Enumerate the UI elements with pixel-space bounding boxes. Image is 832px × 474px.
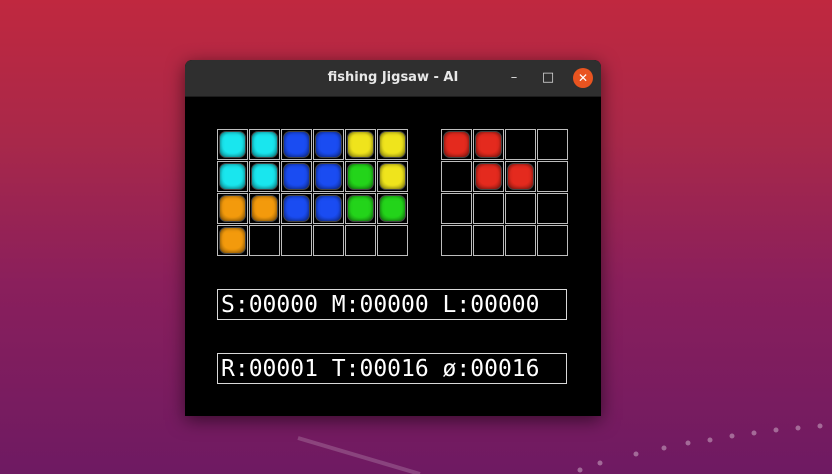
main-board-cell <box>345 225 376 256</box>
blue-block <box>284 164 309 189</box>
main-board-cell <box>345 129 376 160</box>
round-time-counter-line: R:00001 T:00016 ø:00016 <box>217 353 567 384</box>
main-board <box>217 129 410 258</box>
main-board-cell <box>249 225 280 256</box>
next-board-cell <box>473 193 504 224</box>
cyan-block <box>220 132 245 157</box>
next-board-cell <box>473 161 504 192</box>
next-board-cell <box>537 129 568 160</box>
yellow-block <box>380 164 405 189</box>
red-block <box>508 164 533 189</box>
title-bar[interactable]: fishing Jigsaw - AI – □ ✕ <box>185 60 601 97</box>
blue-block <box>316 196 341 221</box>
main-board-cell <box>217 193 248 224</box>
main-board-cell <box>281 193 312 224</box>
next-board-cell <box>441 225 472 256</box>
main-board-cell <box>281 225 312 256</box>
green-block <box>348 164 373 189</box>
main-board-cell <box>313 193 344 224</box>
blue-block <box>284 132 309 157</box>
cyan-block <box>252 132 277 157</box>
main-board-cell <box>217 129 248 160</box>
score-counter-line: S:00000 M:00000 L:00000 <box>217 289 567 320</box>
next-board-cell <box>505 161 536 192</box>
blue-block <box>316 132 341 157</box>
red-block <box>444 132 469 157</box>
next-board-cell <box>537 161 568 192</box>
maximize-button[interactable]: □ <box>538 68 558 88</box>
cyan-block <box>252 164 277 189</box>
main-board-cell <box>377 161 408 192</box>
main-board-cell <box>217 161 248 192</box>
close-button[interactable]: ✕ <box>573 68 593 88</box>
game-window: fishing Jigsaw - AI – □ ✕ S:00000 M:0000… <box>185 60 601 416</box>
next-board-cell <box>505 129 536 160</box>
green-block <box>348 196 373 221</box>
blue-block <box>316 164 341 189</box>
red-block <box>476 164 501 189</box>
next-board-cell <box>537 193 568 224</box>
main-board-cell <box>377 193 408 224</box>
next-board-cell <box>505 193 536 224</box>
blue-block <box>284 196 309 221</box>
main-board-cell <box>345 193 376 224</box>
main-board-cell <box>249 161 280 192</box>
orange-block <box>220 228 245 253</box>
main-board-cell <box>281 161 312 192</box>
next-board-cell <box>505 225 536 256</box>
main-board-cell <box>377 129 408 160</box>
next-board-cell <box>473 225 504 256</box>
main-board-cell <box>313 129 344 160</box>
green-block <box>380 196 405 221</box>
main-board-cell <box>377 225 408 256</box>
red-block <box>476 132 501 157</box>
orange-block <box>220 196 245 221</box>
yellow-block <box>380 132 405 157</box>
next-board-cell <box>441 161 472 192</box>
next-board-cell <box>537 225 568 256</box>
yellow-block <box>348 132 373 157</box>
next-piece-board <box>441 129 570 258</box>
main-board-cell <box>313 161 344 192</box>
main-board-cell <box>313 225 344 256</box>
cyan-block <box>220 164 245 189</box>
main-board-cell <box>281 129 312 160</box>
main-board-cell <box>345 161 376 192</box>
minimize-button[interactable]: – <box>504 68 524 88</box>
main-board-cell <box>249 193 280 224</box>
orange-block <box>252 196 277 221</box>
next-board-cell <box>441 193 472 224</box>
main-board-cell <box>217 225 248 256</box>
next-board-cell <box>441 129 472 160</box>
main-board-cell <box>249 129 280 160</box>
next-board-cell <box>473 129 504 160</box>
